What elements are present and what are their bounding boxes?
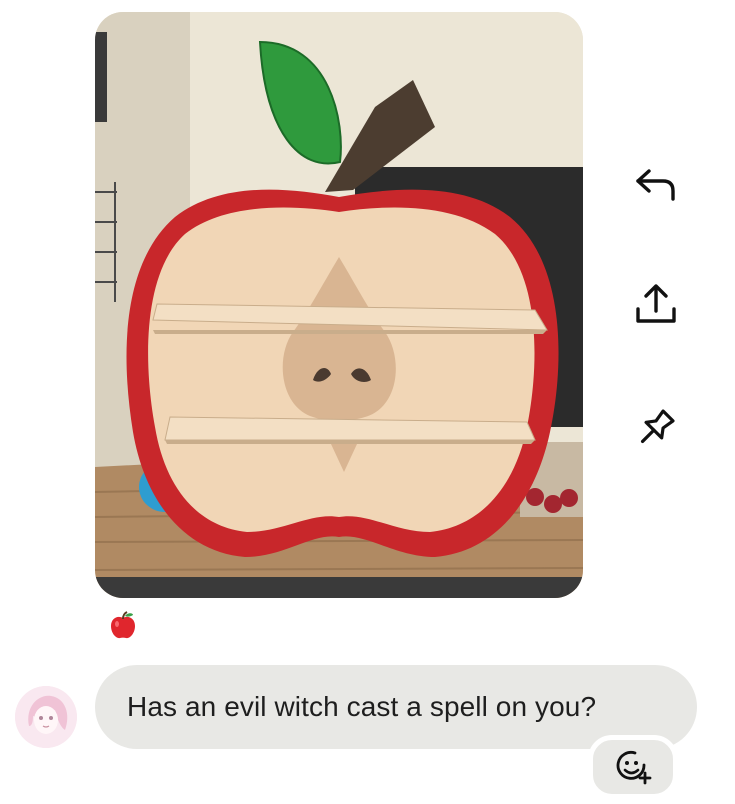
red-apple-emoji[interactable] <box>108 610 138 640</box>
add-reaction-button[interactable] <box>588 735 678 799</box>
share-upload-icon <box>636 284 676 323</box>
avatar[interactable] <box>15 686 77 748</box>
pin-icon <box>640 409 675 444</box>
message-text: Has an evil witch cast a spell on you? <box>127 691 597 722</box>
apple-shelf-photo <box>95 12 583 598</box>
add-reaction-smiley-icon <box>616 751 652 785</box>
image-attachment[interactable] <box>95 12 583 598</box>
reply-button[interactable] <box>632 160 680 208</box>
pin-button[interactable] <box>632 404 680 452</box>
reply-arrow-icon <box>636 169 675 201</box>
share-button[interactable] <box>632 280 680 328</box>
